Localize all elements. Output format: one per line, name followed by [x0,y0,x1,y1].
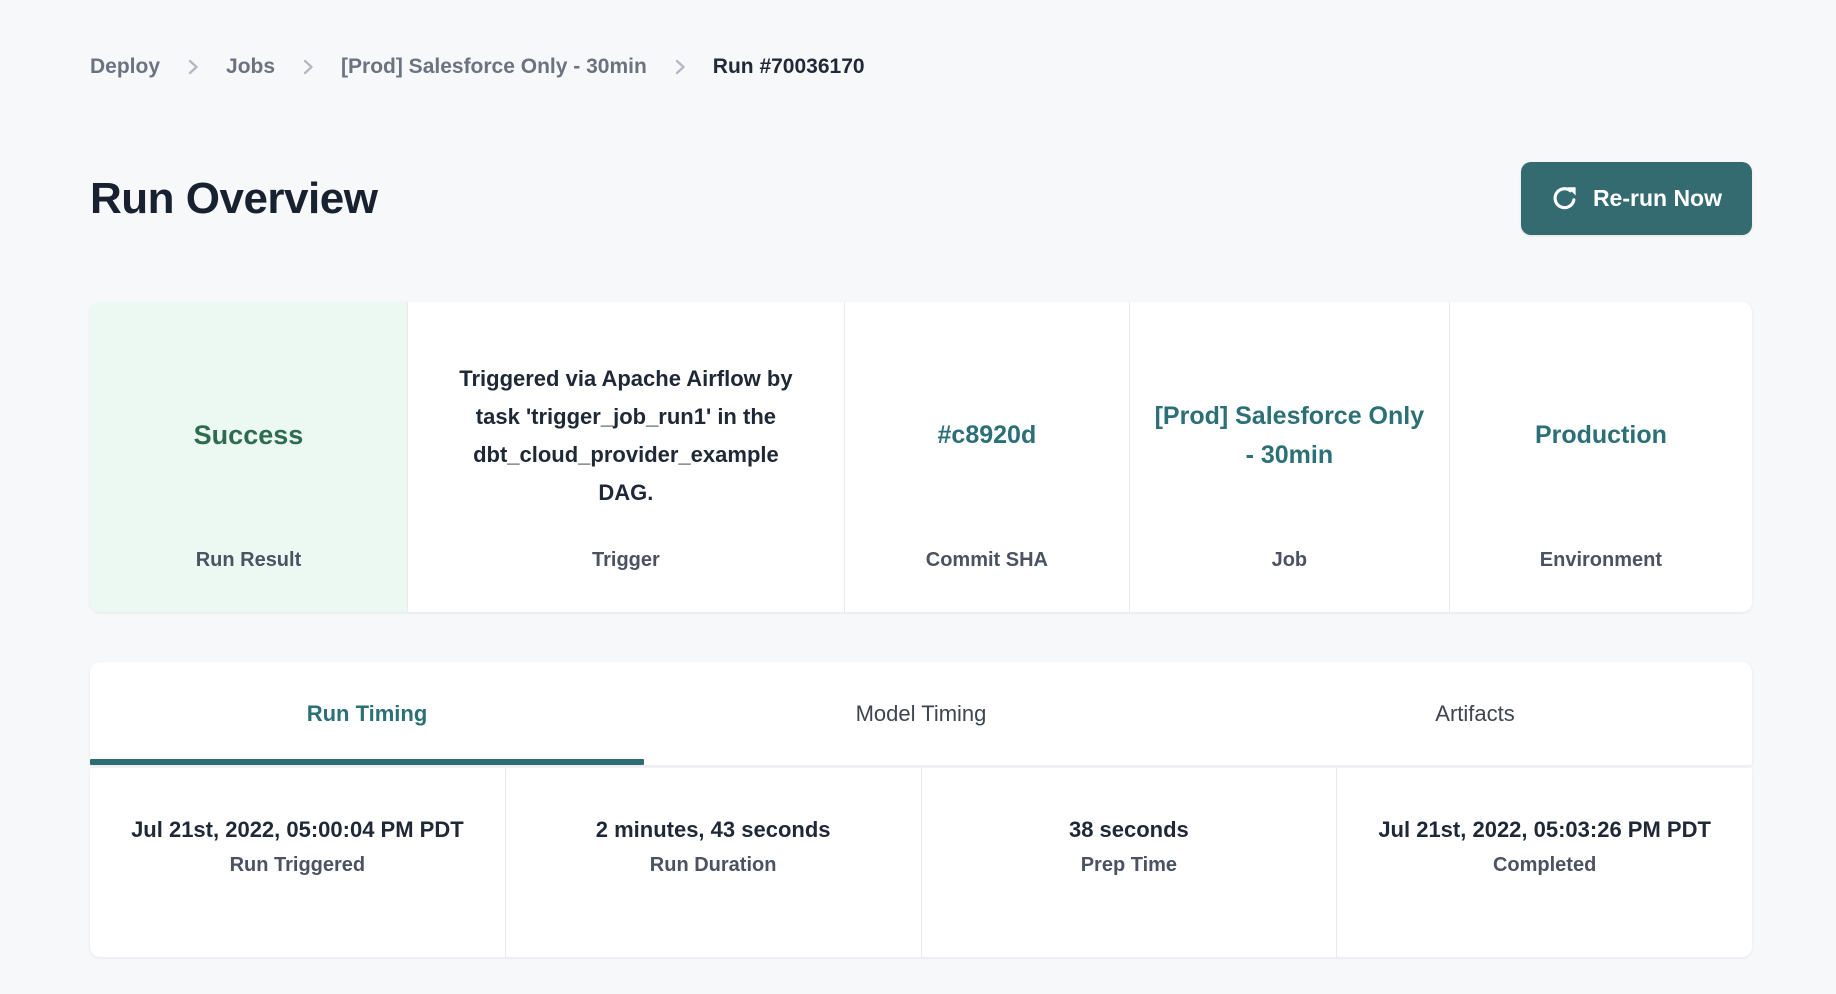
run-duration-cell: 2 minutes, 43 seconds Run Duration [506,768,922,957]
run-result-cell: Success Run Result [90,302,408,612]
commit-sha-cell: #c8920d Commit SHA [845,302,1130,612]
refresh-icon [1551,185,1578,212]
rerun-now-label: Re-run Now [1593,185,1722,212]
tab-artifacts[interactable]: Artifacts [1198,662,1752,765]
run-duration-value: 2 minutes, 43 seconds [596,812,831,848]
header-row: Run Overview Re-run Now [90,162,1752,235]
completed-label: Completed [1493,854,1596,877]
chevron-right-icon [673,58,687,76]
run-duration-label: Run Duration [650,854,777,877]
breadcrumb: Deploy Jobs [Prod] Salesforce Only - 30m… [90,52,1752,82]
run-result-label: Run Result [196,549,302,572]
run-result-value: Success [194,415,304,457]
tab-run-timing[interactable]: Run Timing [90,662,644,765]
run-triggered-label: Run Triggered [230,854,366,877]
prep-time-value: 38 seconds [1069,812,1189,848]
environment-link[interactable]: Production [1535,416,1667,455]
job-label: Job [1272,549,1308,572]
breadcrumb-jobs[interactable]: Jobs [226,55,275,79]
completed-cell: Jul 21st, 2022, 05:03:26 PM PDT Complete… [1337,768,1752,957]
tab-bar: Run Timing Model Timing Artifacts [90,662,1752,765]
run-summary-card: Success Run Result Triggered via Apache … [90,302,1752,612]
job-link[interactable]: [Prod] Salesforce Only - 30min [1154,397,1425,475]
page-title: Run Overview [90,174,377,224]
trigger-cell: Triggered via Apache Airflow by task 'tr… [408,302,845,612]
trigger-label: Trigger [592,549,660,572]
run-triggered-cell: Jul 21st, 2022, 05:00:04 PM PDT Run Trig… [90,768,506,957]
environment-cell: Production Environment [1450,302,1752,612]
breadcrumb-job-name[interactable]: [Prod] Salesforce Only - 30min [341,55,647,79]
rerun-now-button[interactable]: Re-run Now [1521,162,1752,235]
completed-value: Jul 21st, 2022, 05:03:26 PM PDT [1378,812,1711,848]
breadcrumb-run-number: Run #70036170 [713,55,865,79]
trigger-value: Triggered via Apache Airflow by task 'tr… [446,360,806,512]
run-overview-page: Deploy Jobs [Prod] Salesforce Only - 30m… [0,0,1836,994]
run-timing-panel: Jul 21st, 2022, 05:00:04 PM PDT Run Trig… [90,768,1752,957]
prep-time-cell: 38 seconds Prep Time [922,768,1338,957]
chevron-right-icon [301,58,315,76]
job-cell: [Prod] Salesforce Only - 30min Job [1130,302,1450,612]
chevron-right-icon [186,58,200,76]
environment-label: Environment [1540,549,1662,572]
commit-sha-link[interactable]: #c8920d [938,416,1037,455]
commit-sha-label: Commit SHA [926,549,1048,572]
prep-time-label: Prep Time [1081,854,1177,877]
run-triggered-value: Jul 21st, 2022, 05:00:04 PM PDT [131,812,464,848]
tab-model-timing[interactable]: Model Timing [644,662,1198,765]
breadcrumb-deploy[interactable]: Deploy [90,55,160,79]
